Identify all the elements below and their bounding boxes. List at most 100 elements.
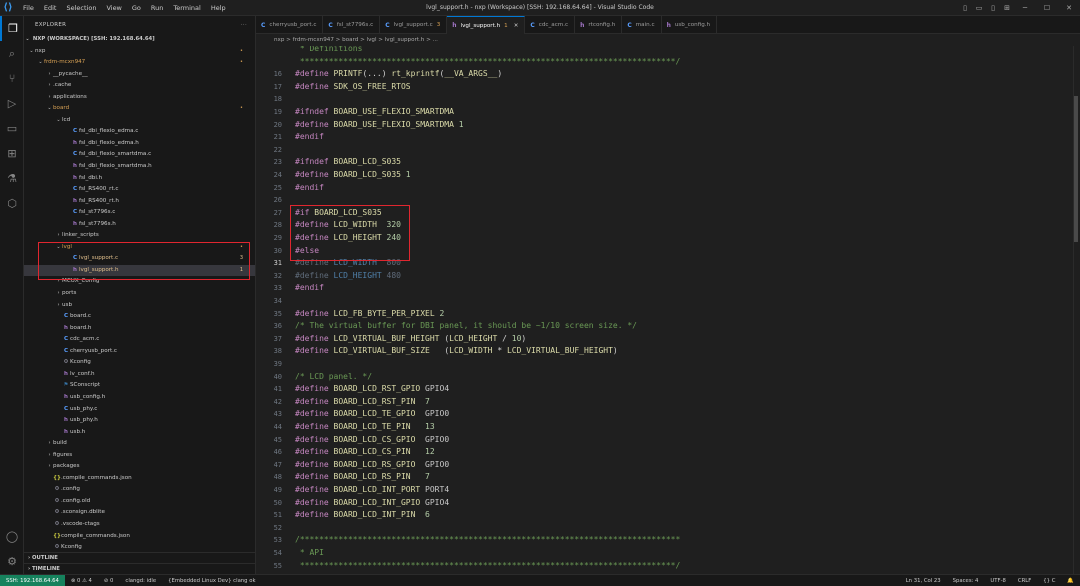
token: LCD_HEIGHT [449, 333, 498, 343]
close-button[interactable]: ✕ [1058, 4, 1080, 12]
menu-selection[interactable]: Selection [61, 4, 101, 12]
section-timeline[interactable]: › TIMELINE [24, 563, 255, 574]
menu-help[interactable]: Help [206, 4, 231, 12]
workspace-root[interactable]: ⌄ NXP (WORKSPACE) [SSH: 192.168.64.64] [24, 34, 255, 46]
tree-file[interactable]: ⚑ SConscript [24, 380, 255, 392]
tab-lvgl_support.c[interactable]: Clvgl_support.c 3 [380, 16, 448, 34]
tree-file[interactable]: h fsl_st7796s.h [24, 219, 255, 231]
section-outline[interactable]: › OUTLINE [24, 552, 255, 563]
tree-folder[interactable]: › packages [24, 461, 255, 473]
source-control-icon[interactable]: ⑂ [0, 66, 24, 91]
run-debug-icon[interactable]: ▷ [0, 91, 24, 116]
tab-cherryusb_port.c[interactable]: Ccherryusb_port.c [256, 16, 324, 34]
ports-indicator[interactable]: ⊘ 0 [98, 578, 120, 584]
token: GPIO4 [425, 384, 450, 394]
layout-customize-icon[interactable]: ⊞ [1000, 4, 1014, 12]
tab-cdc_acm.c[interactable]: Ccdc_acm.c [525, 16, 576, 34]
tree-file[interactable]: {}compile_commands.json [24, 531, 255, 543]
tree-file[interactable]: Cfsl_st7796s.c [24, 207, 255, 219]
tree-folder[interactable]: ⌄frdm-mcxn947 • [24, 57, 255, 69]
tree-label: board.c [70, 313, 92, 320]
remote-indicator[interactable]: SSH: 192.168.64.64 [0, 574, 65, 586]
tree-folder[interactable]: ⌄board • [24, 103, 255, 115]
tree-folder[interactable]: › .cache [24, 80, 255, 92]
tree-file[interactable]: h fsl_RS400_rt.h [24, 196, 255, 208]
end-of-line[interactable]: CRLF [1012, 578, 1037, 584]
layout-secondary-icon[interactable]: ▯ [986, 4, 1000, 12]
vscode-logo-icon: ⟨⟩ [3, 2, 13, 13]
tree-folder[interactable]: ⌄lcd [24, 115, 255, 127]
tree-file[interactable]: Cfsl_dbi_flexio_edma.c [24, 126, 255, 138]
tree-file[interactable]: h fsl_dbi_flexio_edma.h [24, 138, 255, 150]
tree-file[interactable]: h fsl_dbi_flexio_smartdma.h [24, 161, 255, 173]
tree-file[interactable]: h usb_phy.h [24, 415, 255, 427]
notifications-bell-icon[interactable]: 🔔 [1061, 578, 1080, 584]
tree-file[interactable]: ⚙ .config [24, 484, 255, 496]
breadcrumb[interactable]: nxp > frdm-mcxn947 > board > lvgl > lvgl… [256, 34, 1080, 46]
code-text: /* The virtual buffer for DBI panel, it … [295, 320, 637, 333]
tree-file[interactable]: Ccdc_acm.c [24, 334, 255, 346]
clangd-status[interactable]: clangd: idle [119, 578, 162, 584]
code-line: 32 #define LCD_HEIGHT 480 [256, 270, 1080, 283]
tree-file[interactable]: Cboard.c [24, 311, 255, 323]
scrollbar-thumb[interactable] [1074, 96, 1078, 242]
extensions-icon[interactable]: ⊞ [0, 141, 24, 166]
tree-file[interactable]: {}.compile_commands.json [24, 473, 255, 485]
menu-file[interactable]: File [18, 4, 39, 12]
tree-file[interactable]: h fsl_dbi.h [24, 173, 255, 185]
more-actions-icon[interactable]: ··· [241, 16, 247, 34]
tree-folder[interactable]: › ports [24, 288, 255, 300]
tree-folder[interactable]: › __pycache__ [24, 69, 255, 81]
tree-file[interactable]: h lv_conf.h [24, 369, 255, 381]
tree-file[interactable]: ⚙ .vscode-ctags [24, 519, 255, 531]
menu-edit[interactable]: Edit [39, 4, 62, 12]
tree-folder[interactable]: › applications [24, 92, 255, 104]
tab-usb_config.h[interactable]: h usb_config.h [662, 16, 718, 34]
close-icon[interactable]: ✕ [514, 23, 519, 29]
encoding[interactable]: UTF-8 [984, 578, 1011, 584]
menu-run[interactable]: Run [146, 4, 168, 12]
tree-file[interactable]: ⚙ .config.old [24, 496, 255, 508]
menu-terminal[interactable]: Terminal [168, 4, 205, 12]
minimize-button[interactable]: ─ [1014, 4, 1036, 12]
tree-file[interactable]: ⚙ .sconsign.dblite [24, 507, 255, 519]
language-mode[interactable]: {} C [1037, 578, 1061, 584]
tree-file[interactable]: Cusb_phy.c [24, 404, 255, 416]
tree-label: Kconfig [61, 544, 82, 551]
tree-folder[interactable]: › usb [24, 300, 255, 312]
code-text: #define BOARD_LCD_TE_PIN 13 [295, 421, 435, 434]
tree-folder[interactable]: › figures [24, 450, 255, 462]
problems-indicator[interactable]: ⊗ 0 ⚠ 4 [65, 578, 98, 584]
maximize-button[interactable]: ☐ [1036, 4, 1058, 12]
tree-file[interactable]: Ccherryusb_port.c [24, 346, 255, 358]
tree-file[interactable]: Cfsl_dbi_flexio_smartdma.c [24, 149, 255, 161]
search-icon[interactable]: ⌕ [0, 41, 24, 66]
settings-gear-icon[interactable]: ⚙ [0, 549, 24, 574]
menu-view[interactable]: View [101, 4, 126, 12]
accounts-icon[interactable]: ◯ [0, 524, 24, 549]
cursor-position[interactable]: Ln 31, Col 23 [900, 578, 947, 584]
tree-file[interactable]: Cfsl_RS400_rt.c [24, 184, 255, 196]
tree-file[interactable]: h usb_config.h [24, 392, 255, 404]
tree-file[interactable]: h usb.h [24, 427, 255, 439]
remote-explorer-icon[interactable]: ▭ [0, 116, 24, 141]
tree-folder[interactable]: › build [24, 438, 255, 450]
explorer-icon[interactable]: ❐ [0, 16, 24, 41]
tab-main.c[interactable]: Cmain.c [622, 16, 662, 34]
cmake-icon[interactable]: ⬡ [0, 191, 24, 216]
tree-folder[interactable]: › linker_scripts [24, 230, 255, 242]
indentation[interactable]: Spaces: 4 [947, 578, 985, 584]
layout-sidebar-icon[interactable]: ▯ [958, 4, 972, 12]
code-editor[interactable]: * Definitions **************************… [256, 46, 1080, 574]
tree-folder[interactable]: ⌄nxp • [24, 46, 255, 58]
testing-icon[interactable]: ⚗ [0, 166, 24, 191]
layout-panel-icon[interactable]: ▭ [972, 4, 986, 12]
tab-fsl_st7796s.c[interactable]: Cfsl_st7796s.c [323, 16, 381, 34]
menu-go[interactable]: Go [127, 4, 146, 12]
code-line: 21 #endif [256, 131, 1080, 144]
tree-file[interactable]: h board.h [24, 323, 255, 335]
tab-rtconfig.h[interactable]: h rtconfig.h [575, 16, 623, 34]
cmake-kit-status[interactable]: {Embedded Linux Dev} clang ok [162, 578, 261, 584]
tab-lvgl_support.h[interactable]: h lvgl_support.h 1 ✕ [447, 16, 526, 34]
tree-file[interactable]: ⚙ Kconfig [24, 357, 255, 369]
